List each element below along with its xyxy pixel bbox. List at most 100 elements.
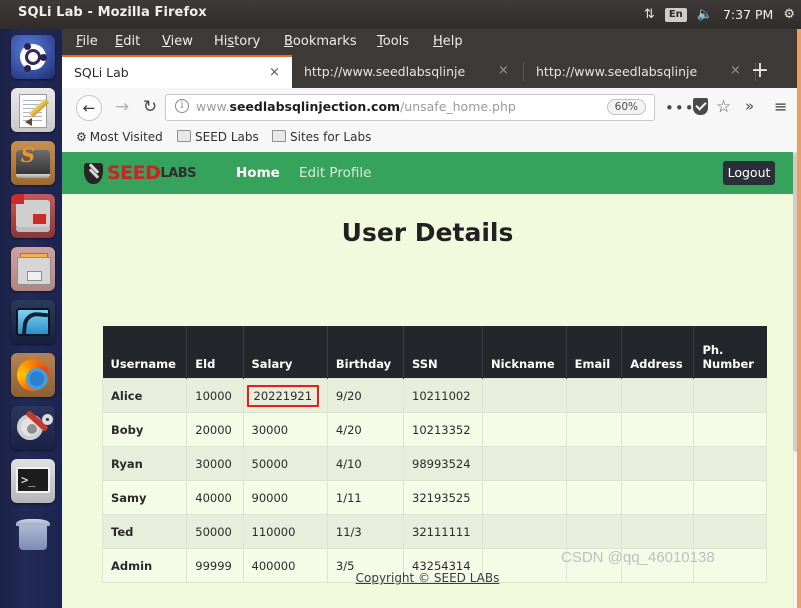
cell-email — [565, 446, 623, 481]
screen: SQLi Lab - Mozilla Firefox ⇅ En 🔈 7:37 P… — [0, 0, 801, 608]
page-actions-icon[interactable]: ••• — [665, 99, 695, 117]
launcher-item-file-manager-icon[interactable] — [11, 247, 55, 291]
menu-help[interactable]: Help — [433, 34, 463, 49]
logo-seed-text: SEED — [107, 162, 161, 184]
launcher-item-system-settings-icon[interactable] — [11, 406, 55, 450]
site-info-icon[interactable]: i — [175, 99, 189, 113]
hamburger-menu-icon[interactable]: ≡ — [774, 97, 787, 116]
column-email[interactable]: Email — [566, 326, 623, 379]
url-path: /unsafe_home.php — [400, 99, 516, 114]
cell-salary: 90000 — [242, 480, 328, 515]
bookmark-star-icon[interactable]: ☆ — [716, 97, 731, 117]
window-right-edge — [797, 29, 801, 608]
seed-labs-logo[interactable]: SEED LABS — [84, 162, 197, 184]
cell-address — [621, 446, 695, 481]
cell-username: Ryan — [101, 446, 188, 481]
site-nav-edit-profile[interactable]: Edit Profile — [299, 165, 371, 181]
back-button[interactable]: ← — [76, 95, 102, 121]
tab-label: SQLi Lab — [74, 65, 129, 80]
forward-button[interactable]: → — [110, 95, 134, 119]
cell-nickname — [481, 480, 567, 515]
cell-email — [565, 480, 623, 515]
launcher-item-sublime-text-icon[interactable]: S — [11, 141, 55, 185]
tab-label: http://www.seedlabsqlinje — [536, 64, 698, 79]
menu-history[interactable]: History — [214, 34, 260, 49]
cell-phone — [693, 378, 767, 413]
cell-birthday: 1/11 — [326, 480, 405, 515]
launcher-item-firefox-icon[interactable] — [11, 353, 55, 397]
tab-seedlab-2[interactable]: http://www.seedlabsqlinje × — [292, 55, 524, 88]
tab-close-icon[interactable]: × — [730, 63, 741, 78]
reload-button[interactable]: ↻ — [138, 95, 162, 119]
cell-nickname — [481, 514, 567, 549]
menu-edit[interactable]: Edit — [115, 34, 140, 49]
logout-button[interactable]: Logout — [723, 161, 775, 185]
launcher-item-ubuntu-dash-icon[interactable] — [11, 35, 55, 79]
footer-copyright: Copyright © SEED LABs — [62, 571, 793, 585]
cell-ssn: 32193525 — [403, 480, 483, 515]
table-header-row: Username Eld Salary Birthday SSN Nicknam… — [102, 326, 767, 379]
cell-address — [621, 480, 695, 515]
launcher-item-wireshark-icon[interactable] — [11, 300, 55, 344]
cell-eld: 10000 — [186, 378, 244, 413]
launcher-item-terminal-icon[interactable]: >_ — [11, 459, 55, 503]
column-username[interactable]: Username — [102, 326, 188, 379]
bookmarks-toolbar: ⚙ Most Visited SEED Labs Sites for Labs — [62, 126, 801, 153]
cell-eld: 50000 — [186, 514, 244, 549]
cell-eld: 40000 — [186, 480, 244, 515]
cell-email — [565, 514, 623, 549]
bookmark-seed-labs[interactable]: SEED Labs — [177, 130, 259, 144]
logo-labs-text: LABS — [160, 165, 197, 181]
column-salary[interactable]: Salary — [243, 326, 328, 379]
menu-file[interactable]: File — [76, 34, 98, 49]
cell-username: Alice — [101, 378, 188, 413]
tab-close-icon[interactable]: × — [269, 65, 280, 80]
launcher-item-text-editor-icon[interactable] — [11, 88, 55, 132]
cell-username: Ted — [101, 514, 188, 549]
tab-sqli-lab[interactable]: SQLi Lab × — [62, 55, 292, 88]
site-nav-home[interactable]: Home — [236, 165, 280, 181]
tab-seedlab-3[interactable]: http://www.seedlabsqlinje × — [524, 55, 756, 88]
cell-salary: 110000 — [242, 514, 328, 549]
shield-icon[interactable] — [693, 98, 708, 115]
cell-phone — [693, 412, 767, 447]
column-nickname[interactable]: Nickname — [482, 326, 567, 379]
launcher-item-trash-icon[interactable] — [11, 512, 55, 556]
overflow-chevron-icon[interactable]: » — [745, 97, 754, 115]
table-row: Samy 40000 90000 1/11 32193525 — [101, 480, 767, 515]
column-birthday[interactable]: Birthday — [327, 326, 405, 379]
new-tab-button[interactable]: + — [747, 59, 773, 85]
table-row: Ryan 30000 50000 4/10 98993524 — [101, 446, 767, 481]
user-details-table: Username Eld Salary Birthday SSN Nicknam… — [101, 326, 767, 583]
gear-icon[interactable]: ⚙ — [783, 8, 795, 21]
column-phone[interactable]: Ph. Number — [693, 326, 767, 379]
window-title: SQLi Lab - Mozilla Firefox — [18, 5, 207, 20]
keyboard-layout-indicator[interactable]: En — [664, 7, 687, 22]
bookmark-most-visited[interactable]: ⚙ Most Visited — [76, 130, 163, 144]
cell-address — [621, 378, 695, 413]
launcher-item-terminator-icon[interactable] — [11, 194, 55, 238]
column-eld[interactable]: Eld — [186, 326, 244, 379]
bookmark-sites-for-labs[interactable]: Sites for Labs — [272, 130, 371, 144]
column-ssn[interactable]: SSN — [403, 326, 483, 379]
watermark: CSDN @qq_46010138 — [561, 549, 715, 566]
cell-salary: 30000 — [242, 412, 328, 447]
menu-view[interactable]: View — [162, 34, 193, 49]
cell-birthday: 4/10 — [326, 446, 405, 481]
clock[interactable]: 7:37 PM — [723, 7, 773, 22]
url-prefix: www. — [196, 99, 230, 114]
tab-close-icon[interactable]: × — [498, 63, 509, 78]
site-navbar: SEED LABS Home Edit Profile Logout — [62, 152, 793, 194]
cell-eld: 30000 — [186, 446, 244, 481]
cell-birthday: 9/20 — [326, 378, 405, 413]
cell-phone — [693, 514, 767, 549]
zoom-level-badge[interactable]: 60% — [606, 99, 646, 115]
url-bar[interactable]: i www.seedlabsqlinjection.com/unsafe_hom… — [165, 94, 655, 121]
column-address[interactable]: Address — [621, 326, 695, 379]
network-updown-icon[interactable]: ⇅ — [644, 8, 655, 21]
menu-bar: File Edit View History Bookmarks Tools H… — [62, 29, 801, 55]
volume-icon[interactable]: 🔈 — [697, 8, 713, 21]
menu-tools[interactable]: Tools — [377, 34, 409, 49]
cell-username: Samy — [101, 480, 188, 515]
menu-bookmarks[interactable]: Bookmarks — [284, 34, 357, 49]
